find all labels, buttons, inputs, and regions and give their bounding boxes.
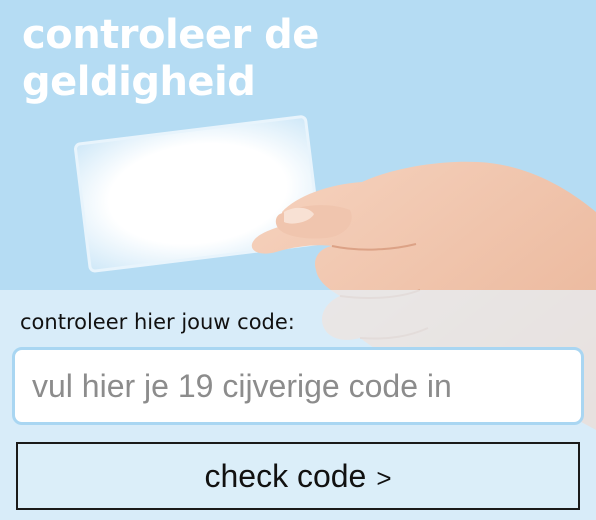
code-check-widget: controleer de geldigheid controleer hier… xyxy=(0,0,596,520)
title-line-1: controleer de xyxy=(22,12,319,58)
chevron-right-icon: > xyxy=(376,462,392,493)
page-title: controleer de geldigheid xyxy=(22,12,319,106)
code-prompt-label: controleer hier jouw code: xyxy=(20,310,295,334)
code-input[interactable] xyxy=(15,350,581,422)
code-field xyxy=(12,347,584,425)
check-code-button-label: check code xyxy=(204,457,367,494)
title-line-2: geldigheid xyxy=(22,59,256,105)
check-code-button[interactable]: check code > xyxy=(16,442,580,510)
